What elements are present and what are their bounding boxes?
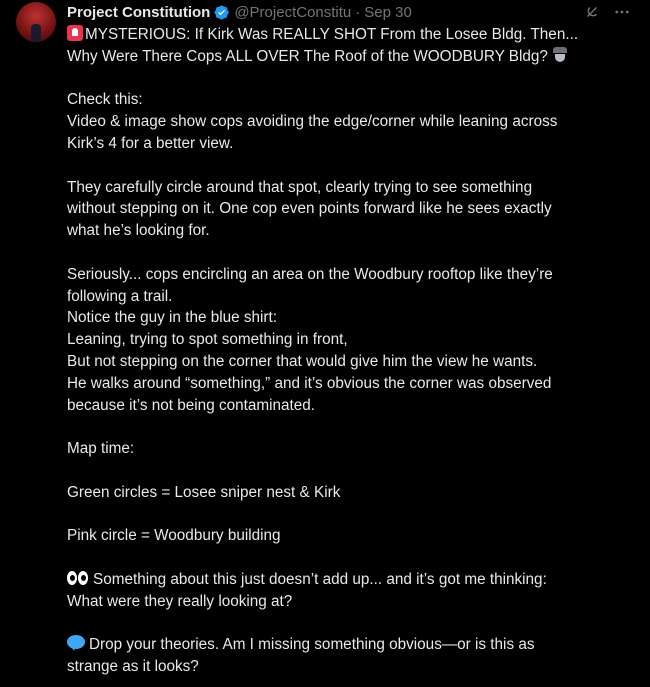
title-line-1: MYSTERIOUS: If Kirk Was REALLY SHOT From… [67,24,642,46]
p4-line-1: Map time: [67,440,135,458]
handle[interactable]: @ProjectConstitu [234,4,351,21]
p3-line-4: Leaning, trying to spot something in fro… [67,331,348,349]
more-icon[interactable] [613,3,631,21]
p3-line-2: following a trail. [67,287,173,305]
p3-line-1: Seriously... cops encircling an area on … [67,265,553,283]
title-text-1: MYSTERIOUS: If Kirk Was REALLY SHOT From… [85,26,579,43]
detective-icon [552,46,568,63]
p1-line-3: Kirk’s 4 for a better view. [67,134,234,152]
p8-text-1: Drop your theories. Am I missing somethi… [89,636,535,654]
p5-line-1: Green circles = Losee sniper nest & Kirk [67,483,341,501]
tweet-header: Project Constitution @ProjectConstitu · … [67,2,412,22]
p3-line-3: Notice the guy in the blue shirt: [67,309,278,327]
p1-line-1: Check this: [67,91,143,109]
p7-line-2: What were they really looking at? [67,592,293,610]
p3-line-5: But not stepping on the corner that woul… [67,352,538,370]
p8-line-2: strange as it looks? [67,658,199,676]
p7-text-1: Something about this just doesn’t add up… [93,570,547,588]
avatar[interactable] [16,2,56,42]
avatar-figure [31,24,41,42]
separator-dot: · [355,3,361,21]
title-text-2: Why Were There Cops ALL OVER The Roof of… [67,47,548,65]
p2-line-2: without stepping on it. One cop even poi… [67,200,552,218]
siren-icon [67,25,83,41]
eyes-icon [67,570,89,585]
title-line-2: Why Were There Cops ALL OVER The Roof of… [67,46,642,68]
p3-line-7: because it’s not being contaminated. [67,396,316,414]
p7-line-1: Something about this just doesn’t add up… [67,569,642,591]
p1-line-2: Video & image show cops avoiding the edg… [67,113,558,131]
p3-line-6: He walks around “something,” and it’s ob… [67,374,552,392]
grok-icon[interactable] [583,3,601,21]
display-name[interactable]: Project Constitution [67,4,210,21]
p2-line-3: what he’s looking for. [67,222,210,240]
speech-bubble-icon [67,635,85,652]
verified-badge-icon [214,4,230,20]
tweet-text: MYSTERIOUS: If Kirk Was REALLY SHOT From… [67,24,642,678]
p2-line-1: They carefully circle around that spot, … [67,178,533,196]
p8-line-1: Drop your theories. Am I missing somethi… [67,634,642,656]
timestamp[interactable]: Sep 30 [364,4,412,21]
tweet: Project Constitution @ProjectConstitu · … [0,0,650,687]
p6-line-1: Pink circle = Woodbury building [67,527,281,545]
